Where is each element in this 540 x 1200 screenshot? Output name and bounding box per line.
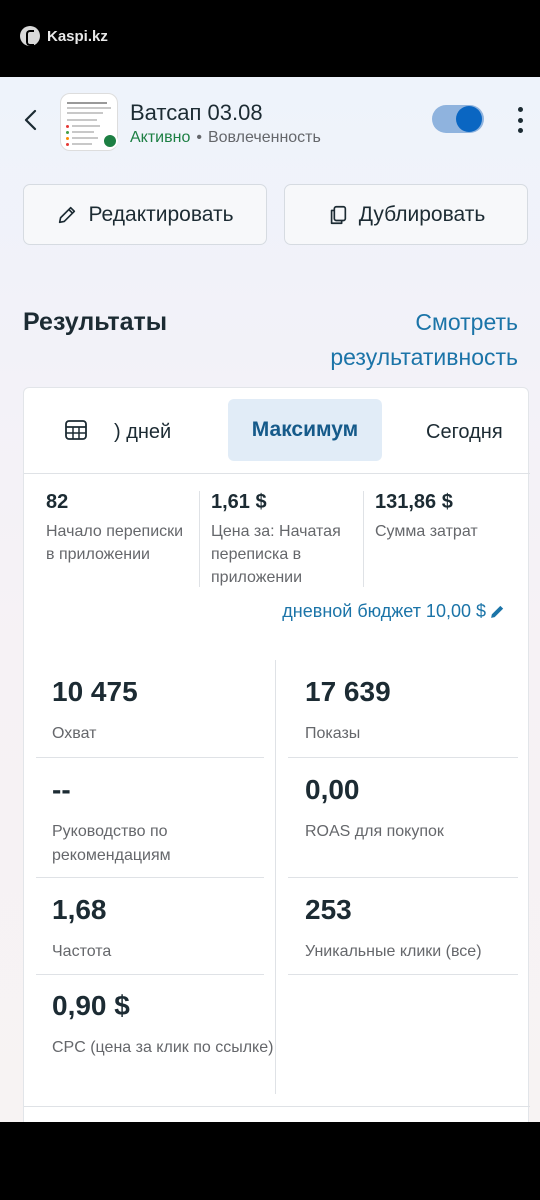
results-card: ) дней Максимум Сегодня 82 Начало перепи… <box>23 387 530 1122</box>
edit-button-label: Редактировать <box>88 202 234 226</box>
date-range-tabs: ) дней Максимум Сегодня <box>24 388 530 474</box>
divider <box>24 1106 530 1107</box>
ad-subtitle: Активно • Вовлеченность <box>130 129 321 147</box>
metric-reach: 10 475 Охват <box>52 676 280 746</box>
summary-label: Цена за: Начатая переписка в приложении <box>211 523 341 586</box>
metric-value: 0,00 <box>305 774 360 805</box>
metric-label: Частота <box>52 943 112 960</box>
daily-budget-link[interactable]: дневной бюджет 10,00 $ <box>282 601 506 622</box>
edit-button[interactable]: Редактировать <box>23 184 267 245</box>
daily-budget-text: дневной бюджет 10,00 $ <box>282 601 486 621</box>
metric-label: Уникальные клики (все) <box>305 943 482 960</box>
notification-app-name: Kaspi.kz <box>47 27 108 45</box>
more-vertical-icon <box>517 107 523 112</box>
calendar-table-icon[interactable] <box>64 418 88 442</box>
status-text: Активно <box>130 129 191 146</box>
metric-value: 17 639 <box>305 676 391 707</box>
tab-today[interactable]: Сегодня <box>426 421 530 444</box>
metric-value: 10 475 <box>52 676 138 707</box>
chevron-left-icon <box>24 109 37 131</box>
metric-label: Руководство по рекомендациям <box>52 823 171 864</box>
status-indicator <box>102 133 118 149</box>
divider <box>36 757 264 758</box>
tab-maximum[interactable]: Максимум <box>228 399 382 461</box>
duplicate-button[interactable]: Дублировать <box>284 184 528 245</box>
pencil-icon <box>491 605 504 618</box>
divider <box>199 491 200 587</box>
summary-value: 1,61 $ <box>211 491 267 513</box>
divider <box>363 491 364 587</box>
metric-frequency: 1,68 Частота <box>52 894 280 964</box>
metric-value: 0,90 $ <box>52 990 130 1021</box>
metric-impressions: 17 639 Показы <box>305 676 533 746</box>
metric-label: Показы <box>305 725 361 742</box>
metric-guidance: -- Руководство по рекомендациям <box>52 774 280 868</box>
summary-label: Сумма затрат <box>375 523 478 540</box>
metric-unique-clicks: 253 Уникальные клики (все) <box>305 894 533 964</box>
metric-label: ROAS для покупок <box>305 823 444 840</box>
metric-label: Охват <box>52 725 97 742</box>
view-performance-link[interactable]: Смотреть результативность <box>278 305 518 375</box>
duplicate-button-label: Дублировать <box>358 202 486 226</box>
pencil-icon <box>59 206 76 223</box>
kaspi-logo-icon <box>20 26 40 46</box>
metric-label: CPC (цена за клик по ссылке) <box>52 1039 274 1056</box>
more-options-button[interactable] <box>508 105 532 135</box>
summary-amount-spent: 131,86 $ Сумма затрат <box>375 491 525 543</box>
metric-roas: 0,00 ROAS для покупок <box>305 774 533 844</box>
tab-days[interactable]: ) дней <box>114 421 171 444</box>
metric-value: -- <box>52 774 71 805</box>
ad-title: Ватсап 03.08 <box>130 100 263 125</box>
notification-brand: Kaspi.kz <box>20 26 108 46</box>
divider <box>288 974 518 975</box>
divider <box>288 877 518 878</box>
divider <box>288 757 518 758</box>
metric-value: 253 <box>305 894 352 925</box>
summary-label: Начало переписки в приложении <box>46 523 184 563</box>
metric-value: 1,68 <box>52 894 107 925</box>
back-button[interactable] <box>18 105 42 135</box>
summary-value: 131,86 $ <box>375 491 453 513</box>
metric-cpc: 0,90 $ CPC (цена за клик по ссылке) <box>52 990 280 1060</box>
ad-details-screen: Ватсап 03.08 Активно • Вовлеченность Ред… <box>0 77 540 1122</box>
summary-value: 82 <box>46 491 69 513</box>
divider <box>36 974 264 975</box>
ad-active-toggle[interactable] <box>432 105 484 133</box>
system-navigation-bar <box>0 1122 540 1200</box>
status-bar: Kaspi.kz <box>0 0 540 77</box>
divider <box>36 877 264 878</box>
objective-text: Вовлеченность <box>207 129 321 146</box>
summary-cost-per-result: 1,61 $ Цена за: Начатая переписка в прил… <box>211 491 361 589</box>
summary-conversations: 82 Начало переписки в приложении <box>46 491 196 566</box>
copy-icon <box>330 205 346 224</box>
results-heading: Результаты <box>23 308 168 336</box>
toggle-knob <box>456 106 482 132</box>
separator: • <box>196 129 202 146</box>
ad-header: Ватсап 03.08 Активно • Вовлеченность <box>0 77 540 177</box>
